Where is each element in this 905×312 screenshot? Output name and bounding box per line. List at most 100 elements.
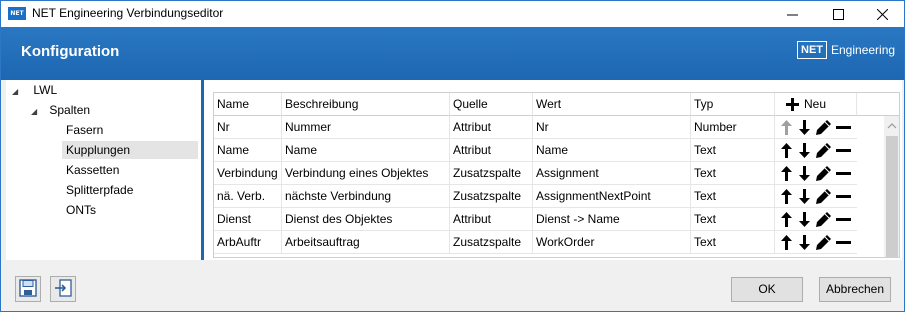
- tree-item-kassetten[interactable]: Kassetten: [62, 161, 123, 179]
- minus-icon: [836, 189, 851, 204]
- grid-panel: Name Beschreibung Quelle Wert Typ Neu Nr…: [204, 80, 902, 260]
- move-up-button[interactable]: [780, 165, 793, 181]
- cell-beschreibung[interactable]: Verbindung eines Objektes: [282, 162, 450, 185]
- move-up-button[interactable]: [780, 234, 793, 250]
- cell-wert[interactable]: Assignment: [533, 162, 691, 185]
- move-down-button[interactable]: [798, 234, 811, 250]
- cell-typ[interactable]: Text: [691, 208, 775, 231]
- new-column-header: Neu: [775, 93, 857, 116]
- edit-button[interactable]: [816, 119, 831, 135]
- pencil-icon: [816, 165, 831, 181]
- cell-wert[interactable]: Name: [533, 139, 691, 162]
- row-actions: [775, 139, 857, 162]
- scrollbar-thumb[interactable]: [886, 136, 898, 257]
- tree-item-label: Fasern: [66, 123, 104, 137]
- expand-arrow-icon[interactable]: ◢: [12, 83, 22, 101]
- cell-typ[interactable]: Number: [691, 116, 775, 139]
- cell-name[interactable]: Nr: [214, 116, 282, 139]
- move-down-button[interactable]: [798, 119, 811, 135]
- edit-button[interactable]: [816, 188, 831, 204]
- cell-beschreibung[interactable]: Dienst des Objektes: [282, 208, 450, 231]
- cell-quelle[interactable]: Zusatzspalte: [450, 162, 533, 185]
- cell-wert[interactable]: Nr: [533, 116, 691, 139]
- header-filler: [857, 93, 899, 116]
- import-icon: [54, 278, 72, 300]
- grid-scrollbar[interactable]: [884, 116, 899, 257]
- cell-wert[interactable]: Dienst -> Name: [533, 208, 691, 231]
- minimize-button[interactable]: [769, 1, 815, 27]
- cell-typ[interactable]: Text: [691, 162, 775, 185]
- tree-item-label: Splitterpfade: [66, 183, 134, 197]
- remove-button[interactable]: [836, 119, 851, 135]
- pencil-icon: [816, 119, 831, 135]
- tree-item-onts[interactable]: ONTs: [62, 201, 100, 219]
- cell-typ[interactable]: Text: [691, 231, 775, 254]
- cell-quelle[interactable]: Zusatzspalte: [450, 185, 533, 208]
- edit-button[interactable]: [816, 165, 831, 181]
- remove-button[interactable]: [836, 211, 851, 227]
- tree-item-fasern[interactable]: Fasern: [62, 121, 107, 139]
- cell-name[interactable]: Name: [214, 139, 282, 162]
- close-icon: [876, 8, 888, 20]
- logo-box: NET: [797, 41, 827, 59]
- ok-button[interactable]: OK: [731, 277, 803, 302]
- arrow-up-icon: [781, 211, 792, 227]
- remove-button[interactable]: [836, 234, 851, 250]
- cell-name[interactable]: Dienst: [214, 208, 282, 231]
- new-button[interactable]: Neu: [778, 93, 856, 115]
- move-up-button[interactable]: [780, 142, 793, 158]
- tree-item-kupplungen[interactable]: Kupplungen: [62, 141, 198, 159]
- move-up-button[interactable]: [780, 119, 793, 135]
- cancel-button[interactable]: Abbrechen: [819, 277, 891, 302]
- tree-item-label: ONTs: [66, 203, 96, 217]
- column-header-quelle[interactable]: Quelle: [450, 93, 533, 116]
- close-button[interactable]: [859, 1, 905, 27]
- maximize-button[interactable]: [815, 1, 861, 27]
- move-down-button[interactable]: [798, 165, 811, 181]
- edit-button[interactable]: [816, 211, 831, 227]
- arrow-down-icon: [799, 211, 810, 227]
- expand-arrow-icon[interactable]: ◢: [31, 103, 41, 121]
- scroll-up-icon[interactable]: [887, 119, 897, 133]
- move-up-button[interactable]: [780, 211, 793, 227]
- move-down-button[interactable]: [798, 188, 811, 204]
- column-header-wert[interactable]: Wert: [533, 93, 691, 116]
- pencil-icon: [816, 142, 831, 158]
- move-down-button[interactable]: [798, 142, 811, 158]
- tree-item-label: Spalten: [49, 103, 91, 117]
- cell-quelle[interactable]: Zusatzspalte: [450, 231, 533, 254]
- cell-beschreibung[interactable]: Name: [282, 139, 450, 162]
- save-button[interactable]: [15, 276, 41, 302]
- cell-name[interactable]: Verbindung: [214, 162, 282, 185]
- column-header-typ[interactable]: Typ: [691, 93, 775, 116]
- arrow-down-icon: [799, 142, 810, 158]
- cell-typ[interactable]: Text: [691, 139, 775, 162]
- tree-item-spalten[interactable]: ◢ Spalten: [31, 101, 90, 119]
- cell-quelle[interactable]: Attribut: [450, 139, 533, 162]
- tree-item-lwl[interactable]: ◢ LWL: [12, 81, 57, 99]
- cell-quelle[interactable]: Attribut: [450, 208, 533, 231]
- cell-typ[interactable]: Text: [691, 185, 775, 208]
- cell-beschreibung[interactable]: Arbeitsauftrag: [282, 231, 450, 254]
- move-up-button[interactable]: [780, 188, 793, 204]
- cell-beschreibung[interactable]: Nummer: [282, 116, 450, 139]
- plus-icon: [786, 97, 799, 113]
- window-title: NET Engineering Verbindungseditor: [32, 6, 224, 20]
- move-down-button[interactable]: [798, 211, 811, 227]
- cell-beschreibung[interactable]: nächste Verbindung: [282, 185, 450, 208]
- cell-wert[interactable]: WorkOrder: [533, 231, 691, 254]
- edit-button[interactable]: [816, 234, 831, 250]
- cell-wert[interactable]: AssignmentNextPoint: [533, 185, 691, 208]
- remove-button[interactable]: [836, 142, 851, 158]
- tree-item-splitterpfade[interactable]: Splitterpfade: [62, 181, 137, 199]
- remove-button[interactable]: [836, 188, 851, 204]
- column-header-name[interactable]: Name: [214, 93, 282, 116]
- cell-name[interactable]: ArbAuftr: [214, 231, 282, 254]
- row-actions: [775, 231, 857, 254]
- column-header-beschreibung[interactable]: Beschreibung: [282, 93, 450, 116]
- import-button[interactable]: [50, 276, 76, 302]
- remove-button[interactable]: [836, 165, 851, 181]
- cell-name[interactable]: nä. Verb.: [214, 185, 282, 208]
- edit-button[interactable]: [816, 142, 831, 158]
- cell-quelle[interactable]: Attribut: [450, 116, 533, 139]
